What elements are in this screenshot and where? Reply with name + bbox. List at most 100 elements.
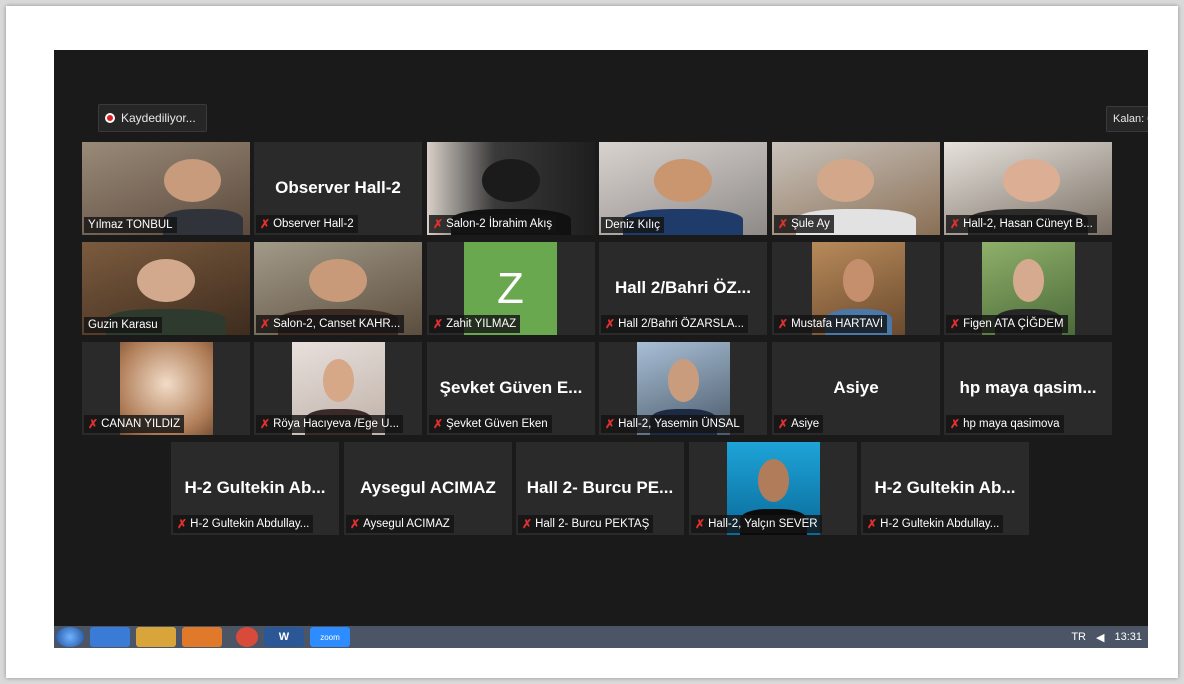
volume-icon[interactable]: ◀ — [1096, 631, 1104, 644]
mic-muted-icon: ✗ — [695, 517, 706, 531]
windows-taskbar: W zoom TR ◀ 13:31 — [54, 626, 1148, 648]
participant-tile[interactable]: H-2 Gultekin Ab... ✗ H-2 Gultekin Abdulla… — [171, 442, 339, 535]
mic-muted-icon: ✗ — [433, 417, 444, 431]
participant-name-label: ✗ Observer Hall-2 — [256, 215, 358, 233]
participant-name-label: ✗ Salon-2, Canset KAHR... — [256, 315, 405, 333]
participant-tile[interactable]: ✗ Hall-2, Yalçın SEVER — [689, 442, 857, 535]
participant-name-label: Yılmaz TONBUL — [84, 217, 177, 233]
mic-muted-icon: ✗ — [260, 317, 271, 331]
time-remaining: Kalan: 08:51:56 — [1106, 106, 1148, 132]
participant-name: Figen ATA ÇİĞDEM — [963, 318, 1064, 330]
participant-tile[interactable]: Aysegul ACIMAZ ✗ Aysegul ACIMAZ — [344, 442, 512, 535]
start-button[interactable] — [56, 627, 84, 647]
participant-name: Hall 2/Bahri ÖZARSLA... — [618, 318, 744, 330]
participant-name-label: Deniz Kılıç — [601, 217, 664, 233]
mic-muted-icon: ✗ — [350, 517, 361, 531]
participant-display-name: H-2 Gultekin Ab... — [874, 478, 1016, 497]
participant-name: Zahit YILMAZ — [446, 318, 517, 330]
participant-tile[interactable]: Şevket Güven E... ✗ Şevket Güven Eken — [427, 342, 595, 435]
participant-name-label: ✗ Aysegul ACIMAZ — [346, 515, 454, 533]
participant-name: H-2 Gultekin Abdullay... — [190, 518, 310, 530]
participant-name: Salon-2 İbrahim Akış — [446, 218, 553, 230]
participant-tile[interactable]: Z ✗ Zahit YILMAZ — [427, 242, 595, 335]
participant-name-label: ✗ Hall 2- Burcu PEKTAŞ — [518, 515, 654, 533]
participant-display-name: Hall 2- Burcu PE... — [526, 478, 674, 497]
participant-tile[interactable]: ✗ Hall-2, Hasan Cüneyt B... — [944, 142, 1112, 235]
participant-name: Observer Hall-2 — [273, 218, 354, 230]
participant-tile[interactable]: ✗ CANAN YILDIZ — [82, 342, 250, 435]
participant-tile[interactable]: Yılmaz TONBUL — [82, 142, 250, 235]
mic-muted-icon: ✗ — [260, 417, 271, 431]
participant-tile[interactable]: Asiye ✗ Asiye — [772, 342, 940, 435]
participant-tile[interactable]: H-2 Gultekin Ab... ✗ H-2 Gultekin Abdulla… — [861, 442, 1029, 535]
mic-muted-icon: ✗ — [260, 217, 271, 231]
participant-name: Deniz Kılıç — [605, 219, 660, 231]
participant-display-name: hp maya qasim... — [959, 378, 1097, 397]
mic-muted-icon: ✗ — [177, 517, 188, 531]
mic-muted-icon: ✗ — [522, 517, 533, 531]
participant-name-label: ✗ Şevket Güven Eken — [429, 415, 552, 433]
mic-muted-icon: ✗ — [605, 417, 616, 431]
participant-tile[interactable]: ✗ Salon-2 İbrahim Akış — [427, 142, 595, 235]
participant-tile[interactable]: ✗ Mustafa HARTAVİ — [772, 242, 940, 335]
participant-tile[interactable]: hp maya qasim... ✗ hp maya qasimova — [944, 342, 1112, 435]
participant-name: Aysegul ACIMAZ — [363, 518, 450, 530]
participant-tile[interactable]: ✗ Röya Hacıyeva /Ege U... — [254, 342, 422, 435]
participant-name-label: ✗ Asiye — [774, 415, 824, 433]
media-player-icon[interactable] — [182, 627, 222, 647]
participant-display-name: Observer Hall-2 — [275, 178, 401, 197]
participant-tile[interactable]: ✗ Hall-2, Yasemin ÜNSAL — [599, 342, 767, 435]
participant-name-label: ✗ Hall-2, Yasemin ÜNSAL — [601, 415, 744, 433]
participant-name: H-2 Gultekin Abdullay... — [880, 518, 1000, 530]
clock[interactable]: 13:31 — [1114, 631, 1142, 643]
participant-tile[interactable]: Hall 2- Burcu PE... ✗ Hall 2- Burcu PEKTA… — [516, 442, 684, 535]
participant-name-label: ✗ Hall-2, Yalçın SEVER — [691, 515, 822, 533]
mic-muted-icon: ✗ — [778, 317, 789, 331]
participant-name-label: ✗ Mustafa HARTAVİ — [774, 315, 888, 333]
mic-muted-icon: ✗ — [950, 417, 961, 431]
participant-name: Hall-2, Hasan Cüneyt B... — [963, 218, 1093, 230]
screenshot-frame: Kaydediliyor... Kalan: 08:51:56 Yılmaz T… — [6, 6, 1178, 678]
participant-name-label: ✗ Röya Hacıyeva /Ege U... — [256, 415, 403, 433]
participant-name: Asiye — [791, 418, 820, 430]
internet-explorer-icon[interactable] — [90, 627, 130, 647]
recording-indicator[interactable]: Kaydediliyor... — [98, 104, 207, 132]
system-tray: TR ◀ 13:31 — [1071, 626, 1142, 648]
record-icon — [105, 113, 115, 123]
participant-tile[interactable]: ✗ Şule Ay — [772, 142, 940, 235]
participant-tile[interactable]: ✗ Figen ATA ÇİĞDEM — [944, 242, 1112, 335]
participant-name: Hall 2- Burcu PEKTAŞ — [535, 518, 650, 530]
participant-tile[interactable]: ✗ Salon-2, Canset KAHR... — [254, 242, 422, 335]
mic-muted-icon: ✗ — [433, 217, 444, 231]
mic-muted-icon: ✗ — [778, 417, 789, 431]
participant-name-label: ✗ Zahit YILMAZ — [429, 315, 521, 333]
participant-name: CANAN YILDIZ — [101, 418, 181, 430]
participant-tile[interactable]: Deniz Kılıç — [599, 142, 767, 235]
mic-muted-icon: ✗ — [433, 317, 444, 331]
language-indicator[interactable]: TR — [1071, 631, 1086, 643]
zoom-icon[interactable]: zoom — [310, 627, 350, 647]
participant-name: Mustafa HARTAVİ — [791, 318, 884, 330]
participant-display-name: Asiye — [833, 378, 879, 397]
participant-name: Hall-2, Yalçın SEVER — [708, 518, 818, 530]
participant-tile[interactable]: Observer Hall-2 ✗ Observer Hall-2 — [254, 142, 422, 235]
folder-icon[interactable] — [136, 627, 176, 647]
participant-name: Hall-2, Yasemin ÜNSAL — [618, 418, 740, 430]
mic-muted-icon: ✗ — [88, 417, 99, 431]
participant-display-name: H-2 Gultekin Ab... — [184, 478, 326, 497]
participant-name-label: ✗ Figen ATA ÇİĞDEM — [946, 315, 1068, 333]
participant-tile[interactable]: Guzin Karasu — [82, 242, 250, 335]
participant-name: Salon-2, Canset KAHR... — [273, 318, 401, 330]
participant-display-name: Şevket Güven E... — [439, 378, 583, 397]
participant-name-label: ✗ CANAN YILDIZ — [84, 415, 185, 433]
participant-name-label: ✗ Hall-2, Hasan Cüneyt B... — [946, 215, 1097, 233]
recording-label: Kaydediliyor... — [121, 111, 196, 125]
mic-muted-icon: ✗ — [605, 317, 616, 331]
participant-name-label: ✗ hp maya qasimova — [946, 415, 1064, 433]
participant-name: Şevket Güven Eken — [446, 418, 548, 430]
mic-muted-icon: ✗ — [867, 517, 878, 531]
participant-name-label: ✗ H-2 Gultekin Abdullay... — [863, 515, 1004, 533]
word-icon[interactable]: W — [264, 627, 304, 647]
chrome-icon[interactable] — [236, 627, 258, 647]
participant-tile[interactable]: Hall 2/Bahri ÖZ... ✗ Hall 2/Bahri ÖZARSLA… — [599, 242, 767, 335]
